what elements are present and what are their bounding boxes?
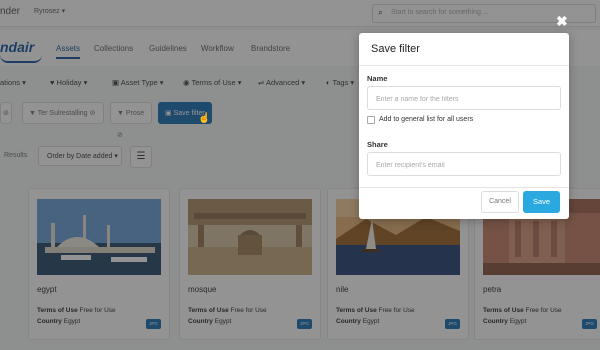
general-list-label[interactable]: Add to general list for all users — [379, 116, 473, 123]
share-label: Share — [367, 140, 388, 149]
general-list-checkbox[interactable] — [367, 116, 375, 124]
save-filter-dialog: Save filter Name Add to general list for… — [359, 33, 569, 219]
save-button[interactable]: Save — [523, 191, 560, 213]
close-icon[interactable]: ✖ — [556, 13, 568, 30]
cancel-button[interactable]: Cancel — [481, 191, 519, 213]
dialog-title: Save filter — [371, 43, 420, 55]
name-field[interactable] — [367, 86, 561, 110]
mouse-cursor-icon: ☝ — [198, 113, 211, 124]
share-field[interactable] — [367, 152, 561, 176]
name-input[interactable] — [374, 88, 558, 110]
recipient-email-input[interactable] — [374, 154, 558, 176]
name-label: Name — [367, 74, 388, 83]
divider — [359, 65, 569, 66]
divider — [359, 187, 569, 188]
